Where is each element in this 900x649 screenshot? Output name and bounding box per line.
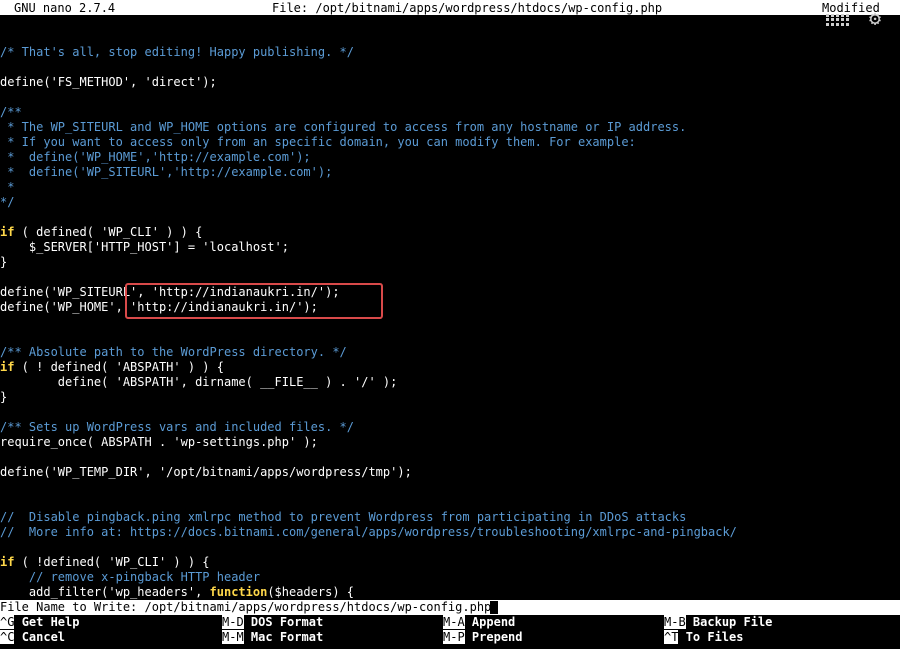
editor-area[interactable]: /* That's all, stop editing! Happy publi… — [0, 15, 900, 600]
keyword: function — [209, 585, 268, 599]
code-line: require_once( ABSPATH . 'wp-settings.php… — [0, 435, 318, 449]
shortcut-get-help[interactable]: ^G Get Help — [0, 615, 79, 630]
filename-input[interactable]: File Name to Write: /opt/bitnami/apps/wo… — [0, 600, 491, 615]
code-line: * The WP_SITEURL and WP_HOME options are… — [0, 120, 687, 134]
shortcut-key: ^G — [0, 615, 15, 629]
code-text: ( !defined( 'WP_CLI' ) ) { — [14, 555, 210, 569]
code-line: // remove x-pingback HTTP header — [0, 570, 261, 584]
code-line: * — [0, 180, 15, 194]
shortcut-label: To Files — [685, 630, 744, 644]
code-line: * define('WP_SITEURL','http://example.co… — [0, 165, 333, 179]
shortcut-dos-format[interactable]: M-D DOS Format — [222, 615, 323, 630]
code-line: /** — [0, 105, 22, 119]
code-line: // Disable pingback.ping xmlrpc method t… — [0, 510, 687, 524]
shortcut-append[interactable]: M-A Append — [443, 615, 515, 630]
code-line: define('FS_METHOD', 'direct'); — [0, 75, 217, 89]
code-text: add_filter('wp_headers', — [0, 585, 210, 599]
text-cursor — [490, 601, 498, 614]
code-line: /** Absolute path to the WordPress direc… — [0, 345, 347, 359]
code-line: // More info at: https://docs.bitnami.co… — [0, 525, 737, 539]
shortcut-key: M-M — [222, 630, 244, 644]
code-text: ( ! defined( 'ABSPATH' ) ) { — [14, 360, 224, 374]
shortcut-bar: ^G Get Help ^C Cancel M-D DOS Format M-M… — [0, 615, 900, 649]
shortcut-key: ^T — [664, 630, 679, 644]
shortcut-label: Cancel — [21, 630, 66, 644]
file-path-title: File: /opt/bitnami/apps/wordpress/htdocs… — [272, 1, 663, 15]
code-line: if ( defined( 'WP_CLI' ) ) { — [0, 225, 202, 240]
shortcut-label: Get Help — [21, 615, 80, 629]
code-text: ( defined( 'WP_CLI' ) ) { — [14, 225, 203, 239]
code-line: /* That's all, stop editing! Happy publi… — [0, 45, 355, 59]
shortcut-backup-file[interactable]: M-B Backup File — [664, 615, 772, 630]
code-line: /** Sets up WordPress vars and included … — [0, 420, 355, 434]
code-line: if ( ! defined( 'ABSPATH' ) ) { — [0, 360, 224, 375]
code-line: * define('WP_HOME','http://example.com')… — [0, 150, 311, 164]
shortcut-label: Prepend — [471, 630, 523, 644]
code-line: } — [0, 390, 8, 404]
code-line: $_SERVER['HTTP_HOST'] = 'localhost'; — [0, 240, 289, 254]
code-line: } — [0, 255, 8, 269]
keyword: if — [0, 360, 15, 374]
code-line: define('WP_TEMP_DIR', '/opt/bitnami/apps… — [0, 465, 412, 479]
shortcut-label: Backup File — [692, 615, 773, 629]
highlight-annotation — [125, 283, 383, 319]
code-line: */ — [0, 195, 15, 209]
shortcut-key: M-A — [443, 615, 465, 629]
keyword: if — [0, 225, 15, 239]
shortcut-key: ^C — [0, 630, 15, 644]
shortcut-label: Append — [471, 615, 516, 629]
code-line: define( 'ABSPATH', dirname( __FILE__ ) .… — [0, 375, 398, 389]
shortcut-label: Mac Format — [250, 630, 324, 644]
filename-prompt[interactable]: File Name to Write: /opt/bitnami/apps/wo… — [0, 600, 900, 615]
shortcut-label: DOS Format — [250, 615, 324, 629]
shortcut-key: M-B — [664, 615, 686, 629]
shortcut-mac-format[interactable]: M-M Mac Format — [222, 630, 323, 645]
keyword: if — [0, 555, 15, 569]
code-line: add_filter('wp_headers', function($heade… — [0, 585, 354, 600]
title-bar: GNU nano 2.7.4 File: /opt/bitnami/apps/w… — [0, 0, 900, 15]
shortcut-prepend[interactable]: M-P Prepend — [443, 630, 523, 645]
code-line: if ( !defined( 'WP_CLI' ) ) { — [0, 555, 210, 570]
code-line: * If you want to access only from an spe… — [0, 135, 636, 149]
shortcut-key: M-D — [222, 615, 244, 629]
shortcut-key: M-P — [443, 630, 465, 644]
shortcut-to-files[interactable]: ^T To Files — [664, 630, 743, 645]
shortcut-cancel[interactable]: ^C Cancel — [0, 630, 65, 645]
app-version: GNU nano 2.7.4 — [14, 1, 116, 15]
code-text: ($headers) { — [267, 585, 355, 599]
